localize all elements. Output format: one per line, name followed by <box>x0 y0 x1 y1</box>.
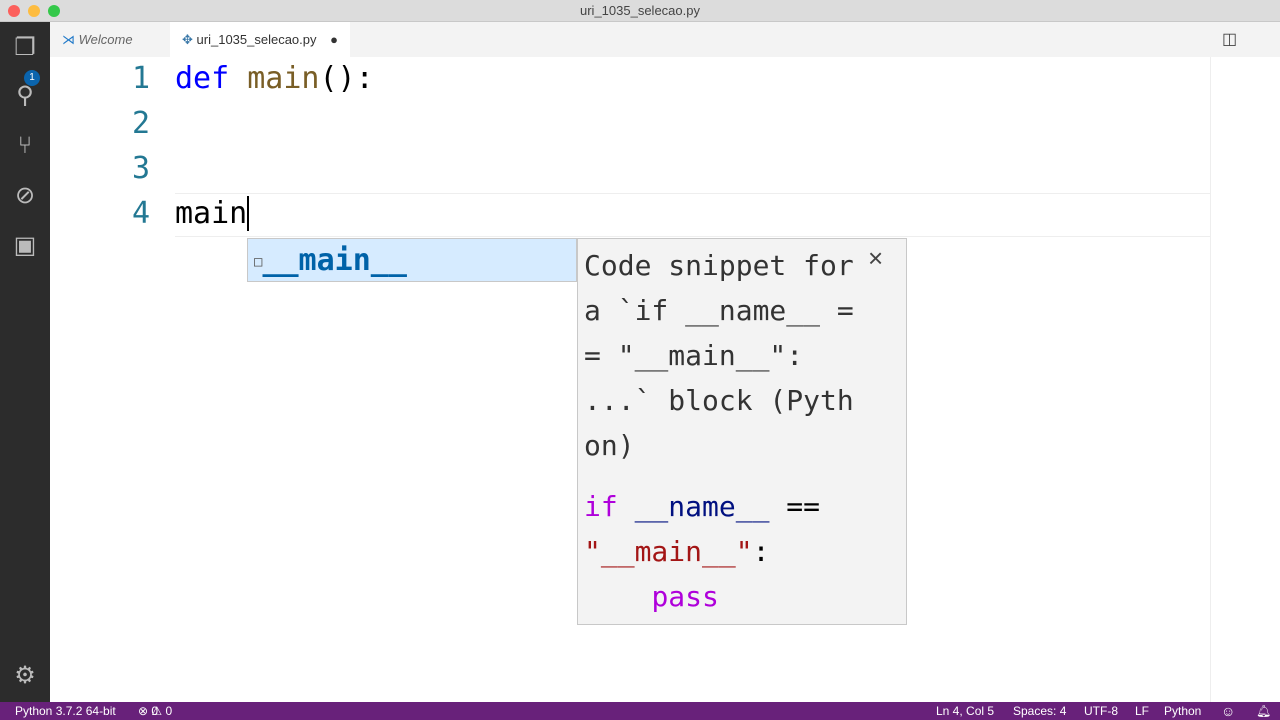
code-variable: __name__ <box>634 490 770 523</box>
activity-bar: ❐ 1 ⚲ ⑂ ⊘ ▣ ⚙ <box>0 22 50 702</box>
search-icon[interactable]: ⚲ <box>11 82 39 110</box>
punctuation: (): <box>319 61 374 96</box>
line-number: 2 <box>131 106 150 141</box>
current-line-highlight <box>175 193 1210 237</box>
python-interpreter[interactable]: Python 3.7.2 64-bit <box>15 702 116 720</box>
problems-indicator[interactable]: ⊗ 0 ⚠ 0 <box>138 702 172 720</box>
extensions-icon[interactable]: ▣ <box>11 232 39 260</box>
function-name: main <box>247 61 320 96</box>
explorer-icon[interactable]: ❐ <box>11 34 39 62</box>
bell-icon[interactable]: 🔔︎ <box>1256 702 1271 720</box>
line-number: 4 <box>131 196 150 231</box>
code-operator: == <box>769 490 821 523</box>
smiley-feedback-icon[interactable]: ☺ <box>1221 702 1235 720</box>
tab-bar: ⋊ Welcome ✥ uri_1035_selecao.py ● ◫ <box>50 22 1280 57</box>
line-number: 1 <box>131 61 150 96</box>
error-count: 0 <box>151 704 159 718</box>
line-number: 3 <box>131 151 150 186</box>
code-line-1: def main(): <box>175 61 374 96</box>
gear-icon[interactable]: ⚙ <box>11 662 39 690</box>
code-keyword: pass <box>651 580 719 613</box>
window-title: uri_1035_selecao.py <box>580 3 700 18</box>
debug-icon[interactable]: ⊘ <box>11 182 39 210</box>
snippet-description: Code snippet for a `if __name__ == "__ma… <box>584 249 871 462</box>
source-control-icon[interactable]: ⑂ <box>11 132 39 160</box>
encoding[interactable]: UTF-8 <box>1084 702 1118 720</box>
python-file-icon: ✥ <box>182 32 193 47</box>
split-editor-icon[interactable]: ◫ <box>1222 22 1237 57</box>
close-icon[interactable]: × <box>868 243 883 274</box>
keyword: def <box>175 61 230 96</box>
indentation[interactable]: Spaces: 4 <box>1013 702 1066 720</box>
code-keyword: if <box>584 490 618 523</box>
code-editor[interactable]: 1 2 3 4 def main(): main □__main__ Code … <box>50 57 1280 702</box>
code-line-4: main <box>175 196 250 231</box>
minimap[interactable] <box>1210 57 1280 702</box>
warning-count: 0 <box>165 704 173 718</box>
suggestion-details: Code snippet for a `if __name__ == "__ma… <box>577 238 907 625</box>
cursor-position[interactable]: Ln 4, Col 5 <box>936 702 994 720</box>
vscode-icon: ⋊ <box>62 32 75 47</box>
minimize-window-button[interactable] <box>28 5 40 17</box>
code-punctuation: : <box>752 535 770 568</box>
status-bar: Python 3.7.2 64-bit ⊗ 0 ⚠ 0 Ln 4, Col 5 … <box>0 702 1280 720</box>
suggestion-label: __main__ <box>262 243 407 278</box>
tab-label: uri_1035_selecao.py <box>196 32 317 47</box>
close-window-button[interactable] <box>8 5 20 17</box>
title-bar: uri_1035_selecao.py <box>0 0 1280 22</box>
end-of-line[interactable]: LF <box>1135 702 1149 720</box>
unsaved-dot-icon[interactable]: ● <box>330 32 338 47</box>
snippet-code: if __name__ == "__main__": pass <box>584 484 900 619</box>
maximize-window-button[interactable] <box>48 5 60 17</box>
code-string: "__main__" <box>584 535 753 568</box>
tab-uri-1035-selecao[interactable]: ✥ uri_1035_selecao.py ● <box>170 22 350 57</box>
tab-label: Welcome <box>78 32 133 47</box>
tab-welcome[interactable]: ⋊ Welcome <box>50 22 170 57</box>
language-mode[interactable]: Python <box>1164 702 1201 720</box>
suggestion-item[interactable]: □__main__ <box>247 238 577 282</box>
